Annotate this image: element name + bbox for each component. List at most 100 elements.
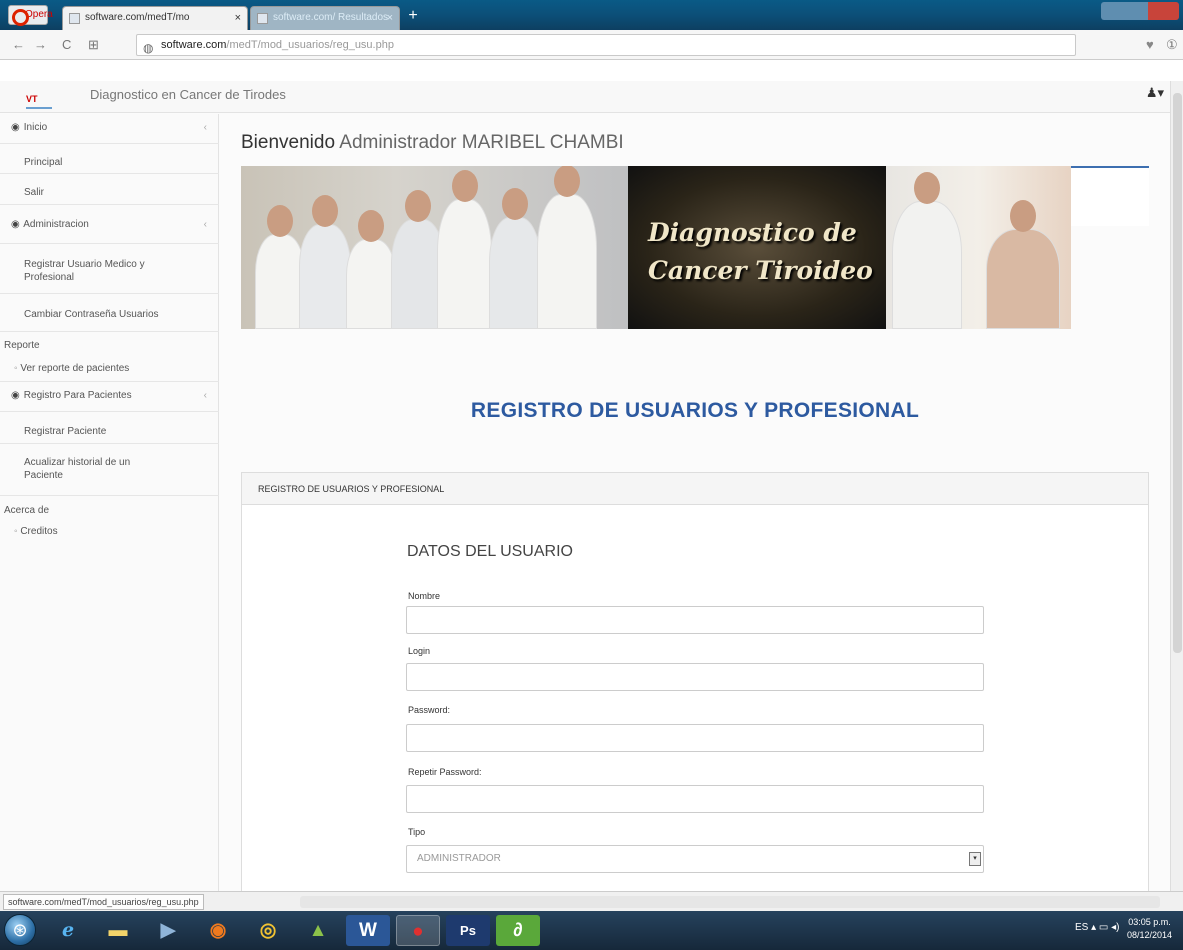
word-icon[interactable]: W [346,915,390,946]
address-toolbar: ← → C ⊞ ◍ software.com/medT/mod_usuarios… [0,30,1183,60]
panel-heading: REGISTRO DE USUARIOS Y PROFESIONAL [242,473,1148,505]
repeat-password-input[interactable] [406,785,984,813]
sidebar-group-administracion[interactable]: ◉ Administracion ‹ [0,205,219,244]
page-title: REGISTRO DE USUARIOS Y PROFESIONAL [470,399,920,422]
sidebar-group-inicio[interactable]: ◉ Inicio ‹ [0,114,219,144]
dashboard-icon: ◉ [11,390,20,401]
close-tab-icon[interactable]: × [387,7,393,29]
browser-tab-inactive[interactable]: software.com/ Resultados × [250,6,400,30]
sidebar-item-creditos[interactable]: ◦ Creditos [0,518,219,542]
system-tray[interactable]: ES ▴ ▭ ◂) [1075,922,1120,933]
section-title: DATOS DEL USUARIO [407,543,573,560]
password-input[interactable] [406,724,984,752]
status-bar: software.com/medT/mod_usuarios/reg_usu.p… [0,891,1183,911]
sidebar-group-reporte[interactable]: Reporte [0,332,219,353]
media-player-icon[interactable]: ▶ [146,915,190,946]
sidebar-item-label: Creditos [20,526,58,537]
sidebar-group-label: Registro Para Pacientes [23,390,132,401]
repeat-password-label: Repetir Password: [408,767,482,777]
sidebar-item-registrar-usuario[interactable]: Registrar Usuario Medico y Profesional [0,244,219,294]
sidebar-item-registrar-paciente[interactable]: Registrar Paciente [0,412,219,444]
banner-image: Diagnostico de Cancer Tiroideo [241,166,1071,329]
photos-icon[interactable]: ▲ [296,915,340,946]
welcome-name: MARIBEL CHAMBI [461,132,624,153]
clock[interactable]: 03:05 p.m. 08/12/2014 [1122,916,1177,942]
language-indicator: ES [1075,922,1089,933]
sidebar-item-cambiar-contrasena[interactable]: Cambiar Contraseña Usuarios [0,294,219,332]
sidebar-item-actualizar-historial[interactable]: Acualizar historial de un Paciente [0,444,219,496]
clock-time: 03:05 p.m. [1128,917,1171,927]
sidebar-item-ver-reporte[interactable]: ◦ Ver reporte de pacientes [0,353,219,382]
tipo-select[interactable]: ADMINISTRADOR ▾ [406,845,984,873]
app-brand[interactable]: Diagnostico en Cancer de Tirodes [90,87,286,102]
clock-date: 08/12/2014 [1126,930,1173,940]
app-header: VT Diagnostico en Cancer de Tirodes ♟▾ [0,81,1170,113]
globe-icon: ◍ [143,41,154,55]
speed-dial-icon[interactable]: ⊞ [88,37,99,53]
welcome-role: Administrador [339,132,457,153]
login-input[interactable] [406,663,984,691]
horizontal-scrollbar[interactable] [300,896,1160,908]
nombre-input[interactable] [406,606,984,634]
chrome-icon[interactable]: ◎ [246,915,290,946]
file-explorer-icon[interactable]: ▬ [96,915,140,946]
tipo-selected-value: ADMINISTRADOR [417,853,501,864]
sidebar-item-label: Salir [24,187,45,198]
firefox-icon[interactable]: ◉ [196,915,240,946]
sidebar-item-salir[interactable]: Salir [0,174,219,205]
sidebar-item-principal[interactable]: Principal [0,144,219,174]
new-tab-button[interactable]: + [402,8,424,26]
sidebar-group-registro-pacientes[interactable]: ◉ Registro Para Pacientes ‹ [0,382,219,412]
browser-tab-active[interactable]: software.com/medT/mo × [62,6,248,30]
user-menu-icon[interactable]: ♟▾ [1146,85,1164,101]
chevron-icon: ‹ [203,390,207,401]
bullet-icon: ◦ [14,363,18,374]
password-label: Password: [408,705,451,715]
bullet-icon: ◦ [14,526,18,537]
status-url: software.com/medT/mod_usuarios/reg_usu.p… [3,894,204,910]
url-field[interactable]: ◍ software.com/medT/mod_usuarios/reg_usu… [136,34,1076,56]
dashboard-icon: ◉ [11,122,20,133]
dashboard-icon: ◉ [11,219,20,230]
download-icon[interactable]: ① [1166,37,1178,53]
start-button[interactable]: ⊛ [4,914,36,946]
heart-icon[interactable]: ♥ [1146,37,1154,52]
main-content: Bienvenido Administrador MARIBEL CHAMBI … [220,114,1170,912]
sidebar-group-label: Administracion [23,219,89,230]
reload-icon[interactable]: C [62,37,71,52]
sidebar-item-label: Ver reporte de pacientes [20,363,130,374]
back-icon[interactable]: ← [12,37,25,52]
sidebar-item-label: Registrar Paciente [24,426,107,437]
forward-icon[interactable]: → [34,37,47,52]
opera-menu-label: Opera [25,9,53,20]
sidebar-item-label: Principal [24,157,63,168]
banner-title-line2: Cancer Tiroideo [648,256,873,285]
banner-side-box [1071,166,1149,226]
page-favicon-icon [257,13,268,24]
web-page: VT Diagnostico en Cancer de Tirodes ♟▾ ◉… [0,81,1170,912]
opera-menu-button[interactable]: Opera [8,5,53,26]
close-tab-icon[interactable]: × [235,7,241,29]
sidebar-group-acerca[interactable]: Acerca de [0,496,219,518]
vertical-scrollbar[interactable] [1170,81,1183,891]
window-controls[interactable] [1101,2,1179,20]
browser-titlebar: Opera software.com/medT/mo × software.co… [0,0,1183,30]
chevron-icon: ‹ [203,122,207,133]
tab-title: software.com/ Resultados [273,12,389,23]
scrollbar-thumb[interactable] [1173,93,1182,653]
taskbar: ⊛ e ▬ ▶ ◉ ◎ ▲ W ● Ps ∂ ES ▴ ▭ ◂) 03:05 p… [0,911,1183,950]
app-logo[interactable]: VT [26,93,52,109]
internet-explorer-icon[interactable]: e [46,915,90,946]
url-host: software.com [161,39,227,51]
page-favicon-icon [69,13,80,24]
sidebar-item-label: Cambiar Contraseña Usuarios [24,309,159,320]
app-icon[interactable]: ∂ [496,915,540,946]
tab-title: software.com/medT/mo [85,12,190,23]
sidebar-item-label: Registrar Usuario Medico y Profesional [24,259,145,283]
banner-title: Diagnostico de Cancer Tiroideo [648,214,878,290]
photoshop-icon[interactable]: Ps [446,915,490,946]
sidebar-item-label: Acualizar historial de un Paciente [24,457,131,481]
opera-taskbar-icon[interactable]: ● [396,915,440,946]
welcome-heading: Bienvenido Administrador MARIBEL CHAMBI [241,132,624,154]
dropdown-arrow-icon[interactable]: ▾ [969,852,981,866]
